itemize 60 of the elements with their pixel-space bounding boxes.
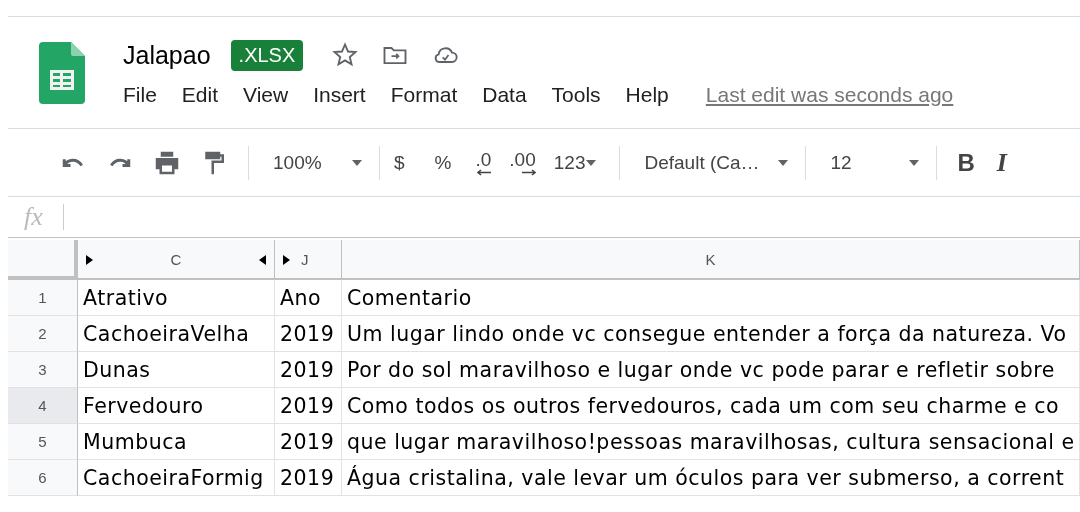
table-cell-text: Dunas bbox=[82, 357, 151, 382]
number-format-dropdown[interactable]: 123 bbox=[553, 151, 598, 174]
expand-right-icon[interactable] bbox=[86, 255, 93, 265]
menu-item[interactable]: Edit bbox=[181, 83, 219, 107]
table-cell-text: Mumbuca bbox=[82, 429, 187, 454]
expand-left-icon[interactable] bbox=[259, 255, 266, 265]
column-header[interactable]: K bbox=[342, 240, 1080, 280]
table-cell-text: 2019 bbox=[279, 393, 335, 418]
bold-button[interactable]: B bbox=[957, 148, 975, 177]
table-cell-text: 2019 bbox=[279, 321, 335, 346]
star-icon[interactable] bbox=[331, 41, 360, 69]
formula-label: fx bbox=[24, 202, 43, 232]
right-arrow-icon bbox=[521, 168, 536, 176]
row-header[interactable]: 4 bbox=[8, 388, 78, 424]
table-cell-text: Fervedouro bbox=[82, 393, 204, 418]
table-cell-text: Comentario bbox=[346, 285, 472, 310]
column-header[interactable]: J bbox=[275, 240, 342, 280]
table-cell-text: 2019 bbox=[279, 429, 335, 454]
spreadsheet-logo-icon[interactable] bbox=[39, 42, 85, 104]
row-header[interactable]: 6 bbox=[8, 460, 78, 496]
menu-item[interactable]: Tools bbox=[551, 83, 601, 107]
font-dropdown[interactable]: Default (Ca… bbox=[634, 151, 790, 174]
italic-button[interactable]: I bbox=[996, 147, 1007, 178]
last-edit-link[interactable]: Last edit was seconds ago bbox=[705, 83, 954, 107]
table-cell-text: Como todos os outros fervedouros, cada um com seu charme e co bbox=[346, 393, 1059, 418]
file-format-badge: .XLSX bbox=[230, 39, 304, 71]
menu-item[interactable]: Format bbox=[390, 83, 458, 107]
menu-item[interactable]: Data bbox=[482, 83, 527, 107]
table-cell-text: Atrativo bbox=[82, 285, 169, 310]
table-cell-text: Ano bbox=[279, 285, 322, 310]
caret-icon bbox=[777, 158, 790, 167]
table-cell-text: Um lugar lindo onde vc consegue entender a força da natureza. Vo bbox=[346, 321, 1067, 346]
zoom-dropdown[interactable]: 100% bbox=[263, 151, 363, 174]
decrease-decimals-button[interactable]: .0 bbox=[475, 149, 492, 176]
row-header[interactable]: 5 bbox=[8, 424, 78, 460]
menu-item[interactable]: Insert bbox=[313, 83, 366, 107]
percent-format-button[interactable]: % bbox=[434, 151, 452, 174]
menu-item[interactable]: Help bbox=[625, 83, 669, 107]
table-cell-text: 2019 bbox=[279, 465, 335, 490]
caret-icon bbox=[585, 158, 598, 167]
table-cell-text: CachoeiraVelha bbox=[82, 321, 250, 346]
row-header[interactable]: 2 bbox=[8, 316, 78, 352]
left-arrow-icon bbox=[477, 168, 492, 176]
row-header[interactable]: 1 bbox=[8, 280, 78, 316]
row-header[interactable]: 3 bbox=[8, 352, 78, 388]
table-cell-text: 2019 bbox=[279, 357, 335, 382]
menu-item[interactable]: View bbox=[243, 83, 289, 107]
document-title[interactable]: Jalapao bbox=[123, 40, 211, 70]
expand-right-icon[interactable] bbox=[283, 255, 290, 265]
column-header[interactable]: C bbox=[78, 240, 275, 280]
caret-icon bbox=[908, 158, 921, 167]
caret-icon bbox=[351, 158, 363, 167]
menu-item[interactable]: File bbox=[123, 83, 157, 107]
currency-format-button[interactable]: $ bbox=[394, 151, 405, 174]
table-cell-text: CachoeiraFormig bbox=[82, 465, 264, 490]
table-cell-text: Por do sol maravilhoso e lugar onde vc pode parar e refletir sobre bbox=[346, 357, 1055, 382]
increase-decimals-button[interactable]: .00 bbox=[509, 149, 536, 176]
font-size-dropdown[interactable]: 12 bbox=[820, 151, 921, 174]
table-cell-text: que lugar maravilhoso!pessoas maravilhosas, cultura sensacional e bbox=[346, 429, 1075, 454]
table-cell-text: Água cristalina, vale levar um óculos para ver submerso, a corrent bbox=[346, 465, 1065, 490]
